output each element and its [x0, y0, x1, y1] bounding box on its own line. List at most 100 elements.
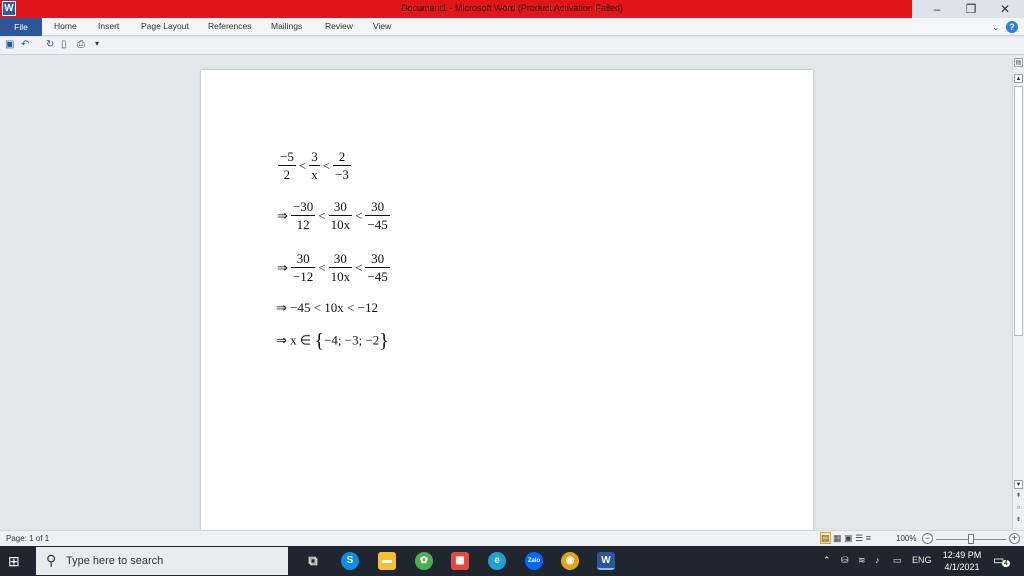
- numerator: 30: [365, 250, 390, 268]
- fraction: −30 12: [290, 198, 316, 233]
- minimize-ribbon-icon[interactable]: ⌄: [992, 22, 1000, 32]
- denominator: 12: [296, 217, 310, 232]
- system-clock[interactable]: 12:49 PM 4/1/2021: [934, 549, 990, 573]
- customize-icon[interactable]: ▾: [95, 39, 99, 48]
- chrome-icon[interactable]: ◉: [561, 552, 579, 570]
- zoom-slider-thumb[interactable]: [968, 534, 974, 544]
- search-icon: ⚲: [46, 552, 57, 568]
- tab-view[interactable]: View: [373, 21, 391, 31]
- windows-taskbar: ⊞ ⚲ Type here to search ⧉ S ▬ ✿ ▦ e Zalo…: [0, 546, 1024, 576]
- draft-view-icon[interactable]: ≡: [866, 533, 871, 543]
- vertical-scrollbar[interactable]: ▤ ▲ ▼ ⇞ ○ ⇟: [1012, 56, 1024, 530]
- numerator: 30: [290, 250, 316, 268]
- tab-review[interactable]: Review: [325, 21, 353, 31]
- denominator: 10x: [330, 217, 351, 232]
- tab-insert[interactable]: Insert: [98, 21, 119, 31]
- document-page[interactable]: −5 2 <3 x <2 −3 ⇒ −30 12 <30 10x <30 −45 ⇒ 30 −12 <30 1…: [201, 70, 813, 530]
- denominator: −45: [367, 217, 388, 232]
- scroll-down-button[interactable]: ▼: [1014, 480, 1023, 489]
- denominator: x: [311, 167, 318, 182]
- outline-view-icon[interactable]: ☰: [855, 533, 863, 543]
- scroll-thumb[interactable]: [1014, 86, 1023, 336]
- fraction: 30 −45: [365, 198, 390, 233]
- tab-page-layout[interactable]: Page Layout: [141, 21, 189, 31]
- wifi-icon[interactable]: ≋: [858, 555, 866, 566]
- next-page-icon[interactable]: ⇟: [1014, 516, 1023, 525]
- less-than-sign: <: [355, 259, 363, 275]
- language-indicator[interactable]: ENG: [912, 555, 932, 565]
- save-icon[interactable]: ▣: [5, 39, 14, 50]
- minimize-button[interactable]: –: [920, 0, 954, 18]
- undo-icon[interactable]: ↶: [21, 39, 29, 50]
- zoom-level[interactable]: 100%: [896, 534, 916, 543]
- page-count[interactable]: Page: 1 of 1: [6, 534, 49, 543]
- equation-line-2: ⇒ −30 12 <30 10x <30 −45: [276, 198, 392, 233]
- full-screen-view-icon[interactable]: ▦: [833, 533, 842, 543]
- scroll-up-button[interactable]: ▲: [1014, 74, 1023, 83]
- equation-line-4: ⇒ −45 < 10x < −12: [276, 300, 378, 315]
- fraction: 3x: [309, 148, 320, 183]
- game-app-icon[interactable]: ✿: [415, 552, 433, 570]
- fraction: 30 −45: [365, 250, 390, 285]
- denominator: −45: [367, 269, 388, 284]
- browse-object-icon[interactable]: ○: [1014, 504, 1023, 513]
- close-button[interactable]: ✕: [988, 0, 1022, 18]
- left-brace: {: [314, 330, 325, 352]
- print-layout-view-icon[interactable]: ▤: [820, 532, 831, 544]
- search-placeholder: Type here to search: [66, 555, 164, 567]
- clock-date: 4/1/2021: [944, 562, 980, 572]
- zoom-in-button[interactable]: +: [1009, 533, 1020, 544]
- tab-references[interactable]: References: [208, 21, 251, 31]
- edge-icon[interactable]: e: [488, 552, 506, 570]
- ruler-toggle-icon[interactable]: ▤: [1014, 58, 1023, 67]
- denominator: −3: [335, 167, 349, 182]
- word-taskbar-icon[interactable]: W: [597, 552, 615, 570]
- taskbar-search-box[interactable]: ⚲ Type here to search: [36, 547, 288, 575]
- fraction: −5 2: [278, 148, 296, 183]
- zoom-out-button[interactable]: −: [922, 533, 933, 544]
- skype-icon[interactable]: S: [341, 552, 359, 570]
- denominator: 10x: [330, 269, 351, 284]
- previous-page-icon[interactable]: ⇞: [1014, 492, 1023, 501]
- redo-icon[interactable]: ↻: [46, 39, 54, 50]
- ribbon-right-controls: ⌄ ?: [992, 21, 1018, 33]
- new-doc-icon[interactable]: ▯: [61, 39, 67, 50]
- numerator: 30: [328, 198, 353, 216]
- view-buttons: ▤ ▦ ▣ ☰ ≡: [820, 532, 871, 544]
- usb-icon[interactable]: ⛁: [841, 555, 849, 566]
- windows-start-icon[interactable]: ⊞: [8, 554, 22, 568]
- notification-icon[interactable]: ▭ 4: [993, 553, 1010, 569]
- tab-home[interactable]: Home: [54, 21, 77, 31]
- tray-chevron-icon[interactable]: ⌃: [823, 555, 831, 566]
- file-explorer-icon[interactable]: ▬: [378, 552, 396, 570]
- status-bar: Page: 1 of 1 ▤ ▦ ▣ ☰ ≡ 100% − +: [0, 530, 1024, 546]
- restore-button[interactable]: ❐: [954, 0, 988, 18]
- implies-sign: ⇒: [277, 207, 288, 223]
- solution-set: −4; −3; −2: [324, 332, 380, 348]
- help-icon[interactable]: ?: [1006, 21, 1018, 33]
- title-bar: W Document1 - Microsoft Word (Product Ac…: [0, 0, 1024, 18]
- numerator: −5: [278, 149, 296, 166]
- quick-access-toolbar: ▣ ↶ ↻ ▯ ⎙ ▾: [0, 37, 1024, 55]
- set-membership-prefix: ⇒ x ∈: [276, 332, 312, 348]
- battery-icon[interactable]: ▭: [893, 555, 902, 566]
- volume-icon[interactable]: ♪: [875, 555, 880, 565]
- apps-icon[interactable]: ▦: [451, 552, 469, 570]
- less-than-sign: <: [298, 157, 307, 173]
- web-layout-view-icon[interactable]: ▣: [844, 533, 853, 543]
- less-than-sign: <: [318, 207, 326, 223]
- tab-file[interactable]: File: [0, 18, 42, 36]
- equation-line-1: −5 2 <3 x <2 −3: [276, 148, 353, 183]
- fraction: 2 −3: [333, 148, 351, 183]
- numerator: 30: [365, 198, 390, 216]
- less-than-sign: <: [355, 207, 363, 223]
- numerator: 2: [333, 148, 351, 166]
- denominator: −12: [292, 269, 314, 284]
- tab-mailings[interactable]: Mailings: [271, 21, 302, 31]
- clock-time: 12:49 PM: [942, 550, 982, 560]
- print-preview-icon[interactable]: ⎙: [77, 39, 85, 50]
- task-view-icon[interactable]: ⧉: [304, 552, 322, 570]
- zalo-icon[interactable]: Zalo: [525, 552, 543, 570]
- equation-line-3: ⇒ 30 −12 <30 10x <30 −45: [276, 250, 392, 285]
- less-than-sign: <: [318, 259, 326, 275]
